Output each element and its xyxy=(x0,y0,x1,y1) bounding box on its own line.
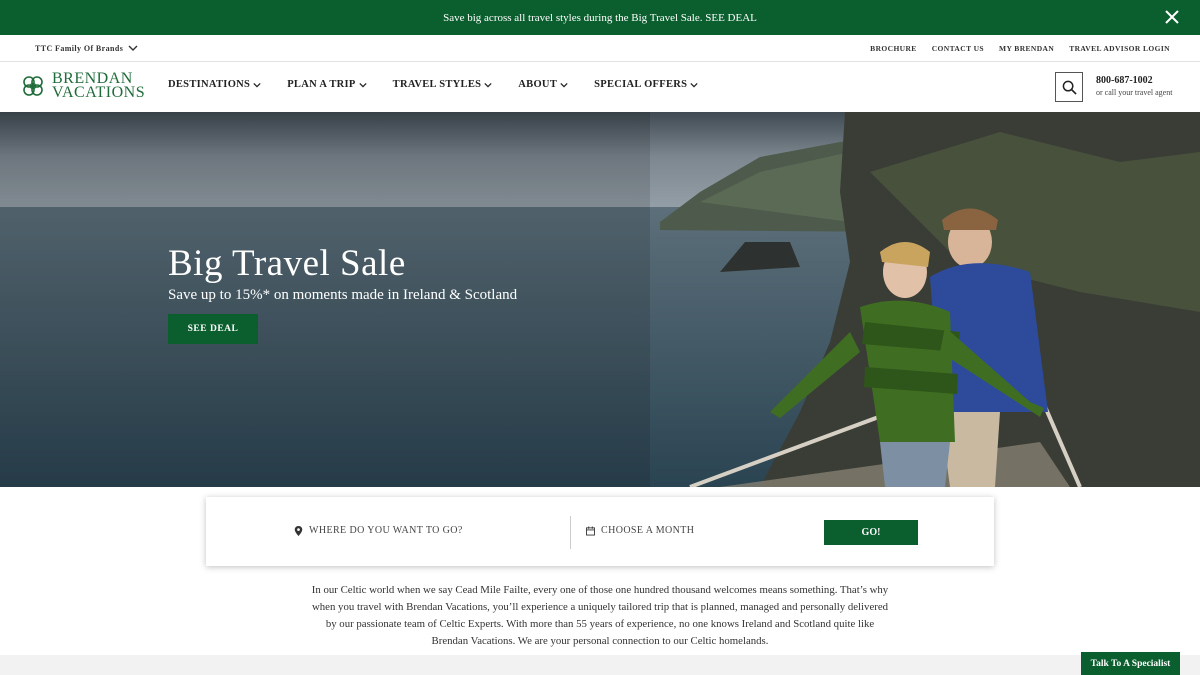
main-nav: BRENDAN VACATIONS DESTINATIONS PLAN A TR… xyxy=(0,62,1200,112)
family-of-brands-dropdown[interactable]: TTC Family Of Brands xyxy=(35,43,138,53)
hero-subtitle: Save up to 15%* on moments made in Irela… xyxy=(168,287,518,303)
menu-label: ABOUT xyxy=(518,79,558,90)
see-deal-button[interactable]: SEE DEAL xyxy=(168,314,258,344)
chevron-down-icon xyxy=(253,82,261,87)
promo-text[interactable]: Save big across all travel styles during… xyxy=(443,12,757,24)
chevron-down-icon xyxy=(359,82,367,87)
map-pin-icon xyxy=(294,525,303,536)
menu-label: PLAN A TRIP xyxy=(287,79,356,90)
trip-search-card: WHERE DO YOU WANT TO GO? CHOOSE A MONTH … xyxy=(206,497,994,566)
phone-subtext: or call your travel agent xyxy=(1096,88,1173,97)
menu-label: SPECIAL OFFERS xyxy=(594,79,688,90)
next-section-strip xyxy=(0,655,1200,675)
close-icon[interactable] xyxy=(1164,9,1180,25)
search-icon xyxy=(1062,80,1077,95)
shamrock-logo-icon xyxy=(23,76,43,96)
destination-label: WHERE DO YOU WANT TO GO? xyxy=(309,525,463,536)
family-of-brands-label: TTC Family Of Brands xyxy=(35,43,124,53)
search-divider xyxy=(570,516,571,549)
menu-destinations[interactable]: DESTINATIONS xyxy=(168,79,261,90)
brochure-link[interactable]: BROCHURE xyxy=(870,44,917,53)
my-brendan-link[interactable]: MY BRENDAN xyxy=(999,44,1054,53)
talk-to-specialist-button[interactable]: Talk To A Specialist xyxy=(1081,652,1180,675)
promo-banner: Save big across all travel styles during… xyxy=(0,0,1200,35)
chevron-down-icon xyxy=(484,82,492,87)
menu-travel-styles[interactable]: TRAVEL STYLES xyxy=(393,79,493,90)
menu-about[interactable]: ABOUT xyxy=(518,79,568,90)
menu-label: DESTINATIONS xyxy=(168,79,251,90)
month-label: CHOOSE A MONTH xyxy=(601,525,695,536)
menu-plan-a-trip[interactable]: PLAN A TRIP xyxy=(287,79,367,90)
brand-logo[interactable]: BRENDAN VACATIONS xyxy=(20,71,146,101)
month-selector[interactable]: CHOOSE A MONTH xyxy=(586,525,694,536)
hero-banner: Big Travel Sale Save up to 15%* on momen… xyxy=(0,112,1200,487)
calendar-icon xyxy=(586,526,595,535)
travel-advisor-login-link[interactable]: TRAVEL ADVISOR LOGIN xyxy=(1069,44,1170,53)
utility-links: BROCHURE CONTACT US MY BRENDAN TRAVEL AD… xyxy=(870,44,1170,53)
chevron-down-icon xyxy=(128,45,138,51)
chevron-down-icon xyxy=(560,82,568,87)
utility-bar: TTC Family Of Brands BROCHURE CONTACT US… xyxy=(0,35,1200,62)
search-button[interactable] xyxy=(1055,72,1083,102)
primary-menu: DESTINATIONS PLAN A TRIP TRAVEL STYLES A… xyxy=(168,79,698,90)
menu-label: TRAVEL STYLES xyxy=(392,79,482,90)
go-button[interactable]: GO! xyxy=(824,520,918,545)
destination-selector[interactable]: WHERE DO YOU WANT TO GO? xyxy=(294,525,463,536)
menu-special-offers[interactable]: SPECIAL OFFERS xyxy=(594,79,698,90)
logo-line-2: VACATIONS xyxy=(52,84,146,101)
intro-paragraph: In our Celtic world when we say Cead Mil… xyxy=(311,584,889,647)
logo-text: BRENDAN VACATIONS xyxy=(52,71,146,101)
phone-number[interactable]: 800-687-1002 xyxy=(1096,75,1153,86)
contact-us-link[interactable]: CONTACT US xyxy=(932,44,984,53)
chevron-down-icon xyxy=(690,82,698,87)
hero-title: Big Travel Sale xyxy=(168,243,406,284)
